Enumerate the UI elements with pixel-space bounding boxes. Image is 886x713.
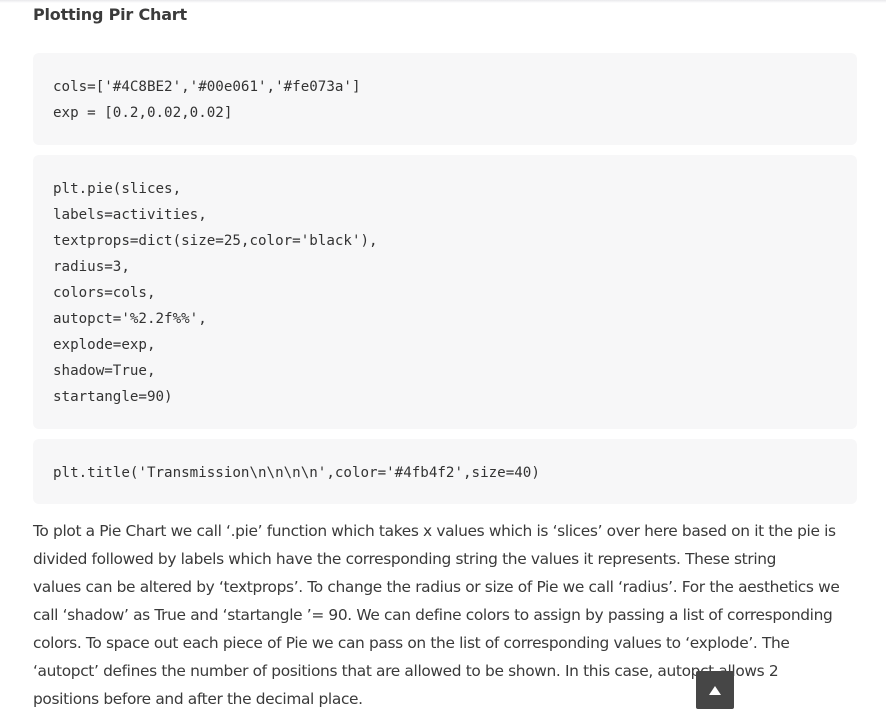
code-line: radius=3, — [53, 259, 130, 275]
code-line: textprops=dict(size=25,color='black'), — [53, 233, 378, 249]
code-line: shadow=True, — [53, 363, 156, 379]
code-line: explode=exp, — [53, 337, 156, 353]
code-block: plt.pie(slices, labels=activities, textp… — [33, 155, 857, 429]
code-block: cols=['#4C8BE2','#00e061','#fe073a'] exp… — [33, 53, 857, 145]
paragraph-line: divided followed by labels which have th… — [33, 550, 777, 568]
top-shadow — [0, 0, 886, 3]
paragraph-line: ‘autopct’ defines the number of position… — [33, 662, 779, 680]
paragraph-line: To plot a Pie Chart we call ‘.pie’ funct… — [33, 522, 836, 540]
code-line: plt.title('Transmission\n\n\n\n',color='… — [53, 465, 540, 481]
code-line: colors=cols, — [53, 285, 156, 301]
code-line: startangle=90) — [53, 389, 173, 405]
paragraph-line: positions before and after the decimal p… — [33, 690, 363, 708]
code-line: labels=activities, — [53, 207, 207, 223]
code-block: plt.title('Transmission\n\n\n\n',color='… — [33, 439, 857, 504]
section-heading: Plotting Pir Chart — [33, 5, 187, 24]
code-line: exp = [0.2,0.02,0.02] — [53, 105, 233, 121]
explanation-paragraph: To plot a Pie Chart we call ‘.pie’ funct… — [33, 517, 863, 713]
paragraph-line: values can be altered by ‘textprops’. To… — [33, 578, 840, 596]
scroll-to-top-button[interactable] — [696, 671, 734, 709]
paragraph-line: call ‘shadow’ as True and ‘startangle ’=… — [33, 606, 833, 624]
paragraph-line: colors. To space out each piece of Pie w… — [33, 634, 790, 652]
code-line: autopct='%2.2f%%', — [53, 311, 207, 327]
code-line: plt.pie(slices, — [53, 181, 182, 197]
arrow-up-icon — [709, 685, 721, 695]
code-line: cols=['#4C8BE2','#00e061','#fe073a'] — [53, 79, 361, 95]
